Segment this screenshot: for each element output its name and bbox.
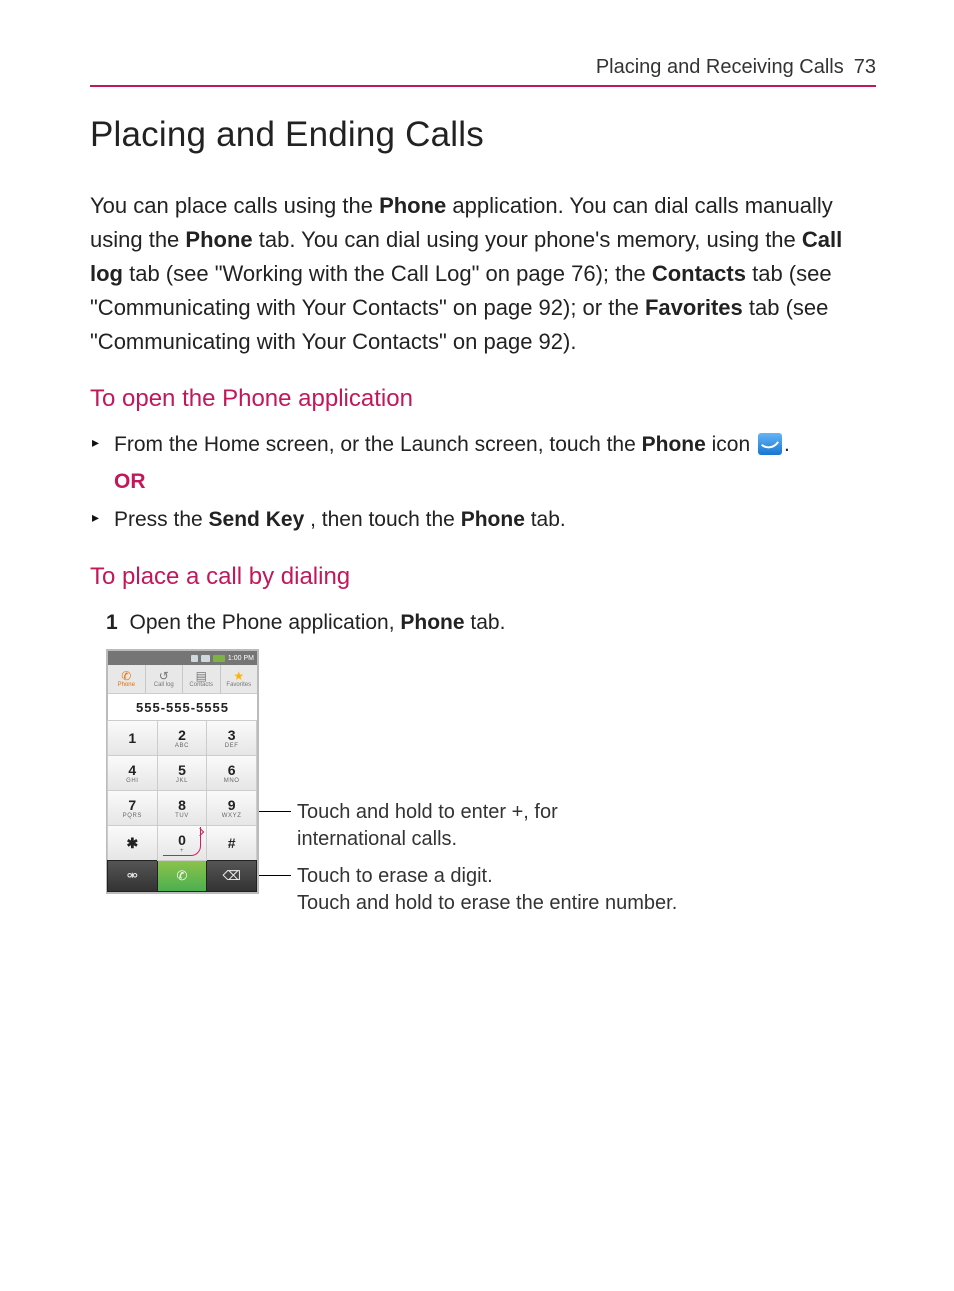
phone-screenshot: 1:00 PM ✆Phone ↺Call log ▤Contacts ★Favo… [106, 649, 259, 894]
callout-zero-hold: Touch and hold to enter +, for internati… [273, 799, 677, 853]
phone-tab-icon: ✆ [121, 670, 131, 682]
or-label: OR [114, 470, 876, 494]
phone-screenshot-figure: 1:00 PM ✆Phone ↺Call log ▤Contacts ★Favo… [106, 649, 876, 917]
backspace-icon: ⌫ [222, 868, 240, 884]
backspace-button[interactable]: ⌫ [206, 860, 257, 892]
tab-contacts[interactable]: ▤Contacts [183, 665, 221, 693]
favorites-tab-icon: ★ [233, 670, 244, 682]
call-button[interactable]: ✆ [157, 860, 208, 892]
status-time: 1:00 PM [228, 655, 254, 662]
step-press-send-key: Press the Send Key , then touch the Phon… [114, 504, 876, 537]
key-star[interactable]: ✱ [107, 825, 158, 861]
status-bar: 1:00 PM [108, 651, 257, 665]
dialer-bottom-row: ⚮ ✆ ⌫ [108, 861, 257, 892]
key-0[interactable]: 0+ [157, 825, 208, 861]
signal-icon [191, 655, 198, 662]
section-heading-open-phone: To open the Phone application [90, 385, 876, 413]
contacts-tab-icon: ▤ [196, 670, 207, 682]
key-8[interactable]: 8TUV [157, 790, 208, 826]
dial-keypad: 1 2ABC 3DEF 4GHI 5JKL 6MNO 7PQRS 8TUV 9W… [108, 721, 257, 861]
tab-phone[interactable]: ✆Phone [108, 665, 146, 693]
key-5[interactable]: 5JKL [157, 755, 208, 791]
key-hash[interactable]: # [206, 825, 257, 861]
page-number: 73 [854, 56, 876, 79]
tab-call-log[interactable]: ↺Call log [146, 665, 184, 693]
key-7[interactable]: 7PQRS [107, 790, 158, 826]
call-icon: ✆ [177, 868, 188, 884]
intro-paragraph: You can place calls using the Phone appl… [90, 189, 876, 359]
phone-app-icon [758, 433, 782, 455]
key-6[interactable]: 6MNO [206, 755, 257, 791]
step-dial-1: 1 Open the Phone application, Phone tab. [106, 607, 876, 640]
dialed-number-display: 555-555-5555 [108, 693, 257, 721]
network-icon [201, 655, 210, 662]
key-3[interactable]: 3DEF [206, 720, 257, 756]
voicemail-icon: ⚮ [127, 868, 138, 884]
page-title: Placing and Ending Calls [90, 115, 876, 155]
key-1[interactable]: 1 [107, 720, 158, 756]
key-4[interactable]: 4GHI [107, 755, 158, 791]
manual-page: Placing and Receiving Calls 73 Placing a… [0, 0, 954, 917]
section-heading-dial: To place a call by dialing [90, 563, 876, 591]
dialer-tabs: ✆Phone ↺Call log ▤Contacts ★Favorites [108, 665, 257, 693]
voicemail-button[interactable]: ⚮ [107, 860, 158, 892]
battery-icon [213, 655, 225, 662]
section-name: Placing and Receiving Calls [596, 56, 844, 79]
figure-callouts: Touch and hold to enter +, for internati… [273, 649, 677, 917]
tab-favorites[interactable]: ★Favorites [221, 665, 258, 693]
key-9[interactable]: 9WXYZ [206, 790, 257, 826]
step-open-from-home: From the Home screen, or the Launch scre… [114, 429, 876, 462]
callout-backspace: Touch to erase a digit. Touch and hold t… [273, 863, 677, 917]
calllog-tab-icon: ↺ [159, 670, 169, 682]
key-2[interactable]: 2ABC [157, 720, 208, 756]
running-header: Placing and Receiving Calls 73 [90, 56, 876, 87]
